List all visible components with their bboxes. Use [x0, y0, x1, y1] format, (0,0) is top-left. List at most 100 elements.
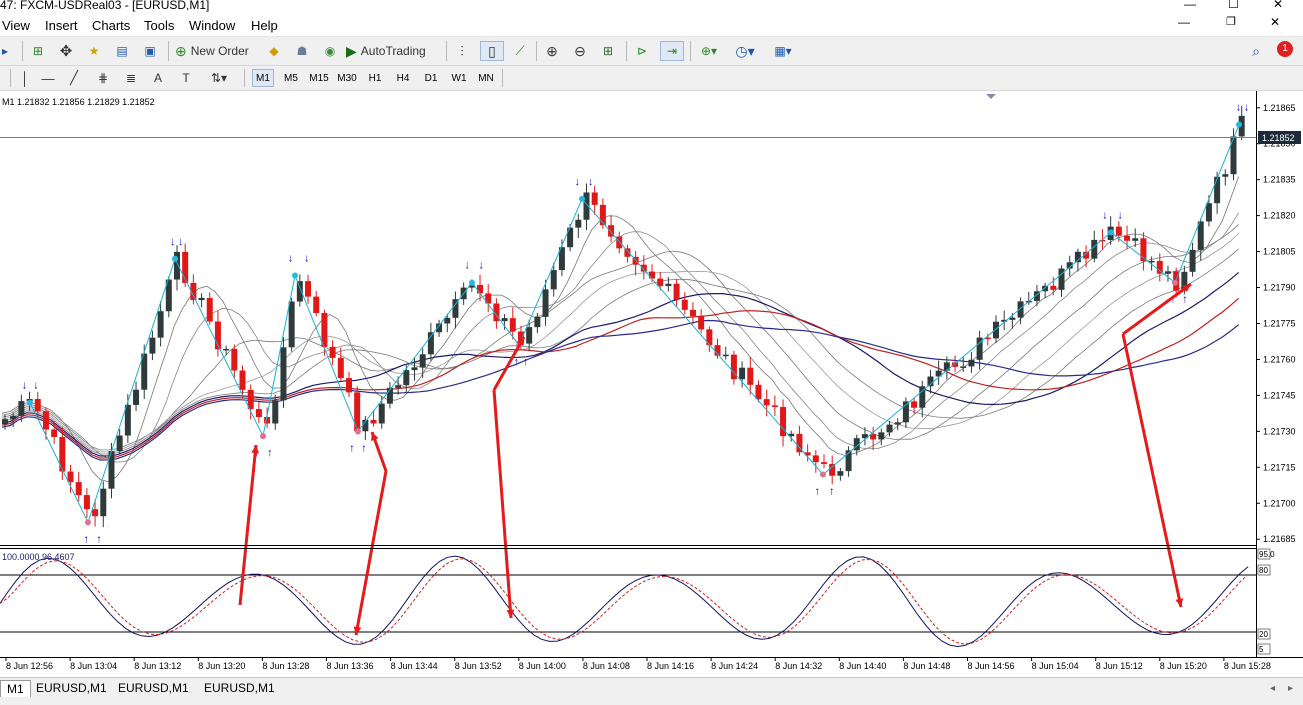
- candle-body: [534, 316, 541, 328]
- time-tick-label: 8 Jun 15:28: [1224, 661, 1271, 671]
- menu-charts[interactable]: Charts: [92, 18, 130, 33]
- candle-body: [550, 270, 557, 290]
- annotation-arrow-shaft: [238, 444, 258, 606]
- candle-body: [1009, 317, 1016, 320]
- timeframe-d1[interactable]: D1: [420, 69, 442, 87]
- favorites-icon[interactable]: ★: [84, 41, 104, 61]
- candle-body: [59, 436, 66, 472]
- tab-scroll-left-icon[interactable]: ◂: [1264, 680, 1281, 696]
- crosshair-icon[interactable]: ✥: [56, 41, 76, 61]
- tab-chart-1[interactable]: M1: [0, 680, 31, 697]
- close-icon[interactable]: ✕: [1273, 0, 1283, 11]
- periods-icon[interactable]: ◷▾: [730, 41, 760, 61]
- candle-body: [1124, 235, 1131, 241]
- terminal-icon[interactable]: ▣: [140, 41, 160, 61]
- new-chart-icon[interactable]: ⊞: [28, 41, 48, 61]
- menu-tools[interactable]: Tools: [144, 18, 174, 33]
- annotation-arrows: [238, 282, 1192, 636]
- trendline-icon[interactable]: ╱: [64, 68, 84, 88]
- bar-chart-icon[interactable]: ⫶: [452, 41, 472, 61]
- zigzag-line: [29, 124, 1240, 524]
- equidistant-channel-icon[interactable]: ⋕: [92, 68, 114, 88]
- horizontal-line-icon[interactable]: —: [38, 68, 58, 88]
- zigzag-pivot-dot: [820, 471, 826, 478]
- autotrading-label: AutoTrading: [360, 44, 426, 58]
- navigator-icon[interactable]: ▤: [112, 41, 132, 61]
- stochastic-main-line: [0, 555, 1249, 648]
- tab-chart-3[interactable]: EURUSD,M1: [112, 680, 195, 696]
- chart-shift-marker[interactable]: [986, 94, 996, 99]
- window-title: 47: FXCM-USDReal03 - [EURUSD,M1]: [0, 0, 210, 12]
- tab-chart-4[interactable]: EURUSD,M1: [198, 680, 281, 696]
- price-tick-label: 1.21685: [1263, 534, 1296, 544]
- market-icon[interactable]: ☗: [292, 41, 312, 61]
- candle-body: [591, 192, 598, 205]
- zigzag-pivot-dot: [27, 399, 33, 406]
- down-arrow-icon: ↓: [33, 380, 39, 392]
- candle-body: [698, 316, 705, 330]
- tile-windows-icon[interactable]: ⊞: [598, 41, 618, 61]
- line-chart-icon[interactable]: ⟋: [510, 41, 530, 61]
- tab-scroll-right-icon[interactable]: ▸: [1282, 680, 1299, 696]
- text-label-icon[interactable]: A: [148, 68, 168, 88]
- arrows-dropdown-icon[interactable]: ⇅▾: [204, 68, 234, 88]
- new-order-icon: ⊕: [175, 42, 187, 59]
- candle-body: [444, 317, 451, 324]
- candle-body: [231, 348, 238, 371]
- fibonacci-icon[interactable]: ≣: [120, 68, 142, 88]
- timeframe-m30[interactable]: M30: [334, 69, 360, 87]
- timeframe-m5[interactable]: M5: [280, 69, 302, 87]
- search-icon[interactable]: ⌕: [1246, 41, 1266, 61]
- price-chart[interactable]: ↓↓↑↑↓↓↑↑↓↓↑↑↓↓↑↑↓↓↑↑↓↓↑↑↓↓ 1.218651.2185…: [0, 91, 1303, 676]
- candle-body: [305, 281, 312, 297]
- timeframe-h1[interactable]: H1: [364, 69, 386, 87]
- menu-bar: View Insert Charts Tools Window Help — ❐…: [0, 14, 1303, 37]
- text-object-icon[interactable]: T: [176, 68, 196, 88]
- chart-shift-icon[interactable]: ⊳: [632, 41, 652, 61]
- chart-window[interactable]: ↓↓↑↑↓↓↑↑↓↓↑↑↓↓↑↑↓↓↑↑↓↓↑↑↓↓ 1.218651.2185…: [0, 91, 1303, 676]
- candle-body: [1205, 203, 1212, 222]
- candle-body: [616, 236, 623, 249]
- vertical-line-icon[interactable]: │: [16, 68, 34, 88]
- dropdown-arrow-icon[interactable]: ▸: [0, 41, 10, 61]
- candle-body: [812, 455, 819, 463]
- notification-badge: 1: [1277, 41, 1293, 57]
- templates-icon[interactable]: ▦▾: [768, 41, 798, 61]
- zoom-in-icon[interactable]: ⊕: [542, 41, 562, 61]
- tab-chart-2[interactable]: EURUSD,M1: [30, 680, 113, 696]
- timeframe-m15[interactable]: M15: [306, 69, 332, 87]
- timeframe-m1[interactable]: M1: [252, 69, 274, 87]
- title-bar: 47: FXCM-USDReal03 - [EURUSD,M1] — ☐ ✕: [0, 0, 1303, 14]
- candle-body: [419, 354, 426, 368]
- timeframe-mn[interactable]: MN: [474, 69, 498, 87]
- candle-body: [739, 367, 746, 380]
- metaeditor-icon[interactable]: ◆: [264, 41, 284, 61]
- signals-icon[interactable]: ◉: [320, 41, 340, 61]
- menu-window[interactable]: Window: [189, 18, 235, 33]
- auto-scroll-icon[interactable]: ⇥: [660, 41, 684, 61]
- indicators-icon[interactable]: ⊕▾: [696, 41, 722, 61]
- new-order-button[interactable]: ⊕ New Order: [175, 41, 265, 61]
- mdi-minimize-icon[interactable]: —: [1178, 15, 1190, 29]
- candles: [2, 106, 1245, 528]
- time-tick-label: 8 Jun 14:40: [839, 661, 886, 671]
- maximize-icon[interactable]: ☐: [1228, 0, 1239, 11]
- menu-help[interactable]: Help: [251, 18, 278, 33]
- candle-body: [640, 264, 647, 272]
- mdi-close-icon[interactable]: ✕: [1270, 15, 1280, 29]
- menu-view[interactable]: View: [2, 18, 30, 33]
- notifications-button[interactable]: 1: [1272, 39, 1298, 59]
- new-order-label: New Order: [190, 44, 249, 58]
- minimize-icon[interactable]: —: [1184, 0, 1196, 11]
- candle-body: [886, 424, 893, 433]
- price-tick-label: 1.21760: [1263, 354, 1296, 364]
- timeframe-w1[interactable]: W1: [448, 69, 470, 87]
- menu-insert[interactable]: Insert: [45, 18, 78, 33]
- candlestick-icon[interactable]: ▯: [480, 41, 504, 61]
- price-tick-label: 1.21715: [1263, 462, 1296, 472]
- autotrading-button[interactable]: ▶ AutoTrading: [346, 41, 442, 61]
- zoom-out-icon[interactable]: ⊖: [570, 41, 590, 61]
- timeframe-h4[interactable]: H4: [392, 69, 414, 87]
- mdi-restore-icon[interactable]: ❐: [1226, 15, 1236, 28]
- candle-body: [411, 367, 418, 371]
